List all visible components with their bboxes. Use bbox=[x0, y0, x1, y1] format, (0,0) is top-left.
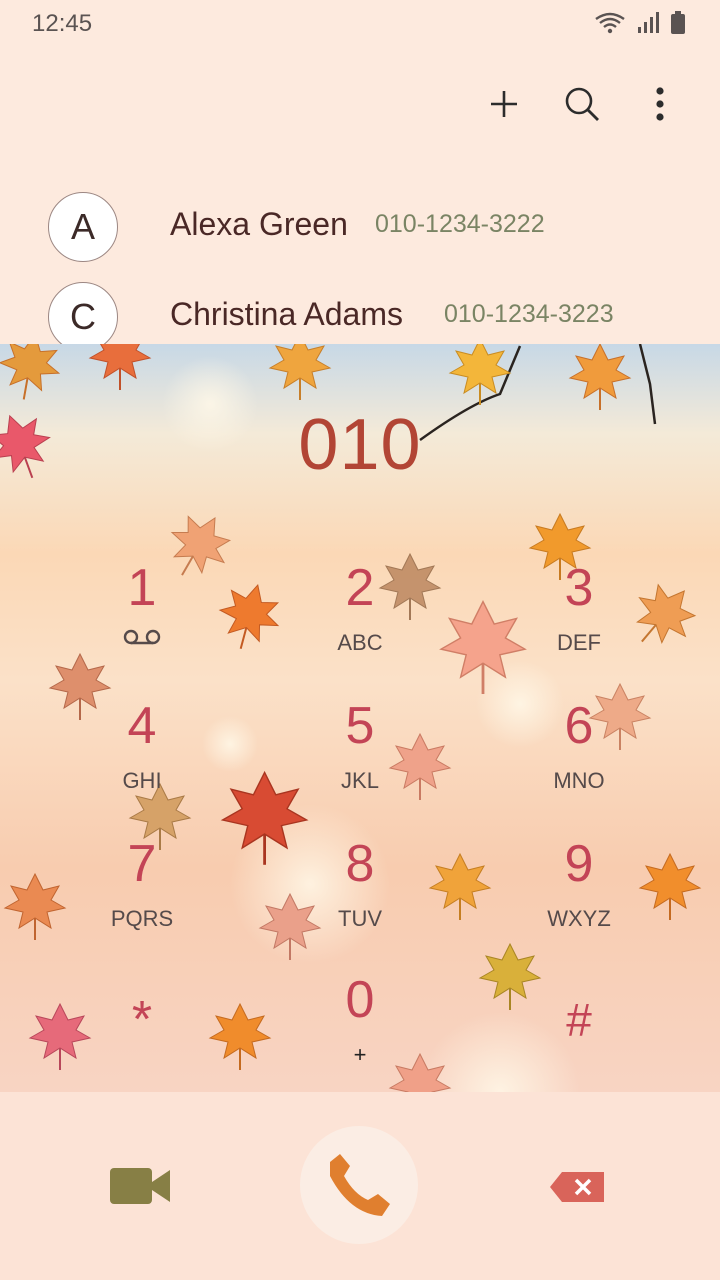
avatar: A bbox=[48, 192, 118, 262]
key-digit: 1 bbox=[127, 559, 157, 617]
contact-number: 010-1234-3222 bbox=[375, 210, 545, 238]
key-8[interactable]: 8 TUV bbox=[285, 834, 435, 954]
key-1[interactable]: 1 bbox=[67, 558, 217, 678]
key-7[interactable]: 7 PQRS bbox=[67, 834, 217, 954]
bottom-action-bar bbox=[0, 1092, 720, 1280]
key-letters: GHI bbox=[122, 768, 162, 793]
key-digit: 7 bbox=[127, 835, 157, 893]
key-3[interactable]: 3 DEF bbox=[504, 558, 654, 678]
key-letters: MNO bbox=[553, 768, 605, 793]
key-2[interactable]: 2 ABC bbox=[285, 558, 435, 678]
plus-icon bbox=[491, 91, 517, 117]
key-6[interactable]: 6 MNO bbox=[504, 696, 654, 816]
search-icon bbox=[565, 87, 599, 121]
key-digit: 5 bbox=[345, 697, 375, 755]
video-call-button[interactable] bbox=[108, 1164, 174, 1208]
status-time: 12:45 bbox=[32, 10, 93, 37]
delete-button[interactable] bbox=[548, 1170, 606, 1204]
key-digit: 9 bbox=[564, 835, 594, 893]
status-bar: 12:45 bbox=[0, 0, 720, 50]
signal-icon bbox=[638, 12, 659, 33]
key-9[interactable]: 9 WXYZ bbox=[504, 834, 654, 954]
avatar: C bbox=[48, 282, 118, 352]
dialpad: 010 1 2 ABC 3 DEF 4 GHI 5 JKL 6 MNO 7 PQ… bbox=[0, 344, 720, 1092]
contact-row[interactable]: A Alexa Green 010-1234-3222 bbox=[0, 188, 720, 268]
wifi-icon bbox=[595, 12, 625, 34]
voicemail-icon bbox=[123, 629, 161, 645]
key-digit: 4 bbox=[127, 697, 157, 755]
key-digit: 2 bbox=[345, 559, 375, 617]
key-digit: * bbox=[131, 991, 153, 1049]
key-letters: WXYZ bbox=[547, 906, 611, 931]
call-button[interactable] bbox=[300, 1126, 418, 1244]
key-5[interactable]: 5 JKL bbox=[285, 696, 435, 816]
dialed-number[interactable]: 010 bbox=[0, 404, 720, 486]
key-digit: 3 bbox=[564, 559, 594, 617]
key-letters: PQRS bbox=[110, 906, 174, 931]
more-options-button[interactable] bbox=[640, 84, 680, 124]
key-letters: TUV bbox=[338, 906, 382, 931]
contact-name: Christina Adams bbox=[170, 296, 403, 332]
search-button[interactable] bbox=[562, 84, 602, 124]
key-hash[interactable]: # bbox=[504, 990, 654, 1092]
status-icons bbox=[594, 11, 686, 35]
add-contact-button[interactable] bbox=[484, 84, 524, 124]
top-actions bbox=[484, 84, 680, 124]
key-letters: ABC bbox=[337, 630, 383, 655]
key-digit: 0 bbox=[345, 971, 375, 1029]
backspace-icon bbox=[550, 1172, 604, 1202]
key-digit: 6 bbox=[564, 697, 594, 755]
phone-icon bbox=[330, 1154, 390, 1216]
contact-number: 010-1234-3223 bbox=[444, 300, 614, 328]
key-0[interactable]: 0 + bbox=[285, 970, 435, 1090]
battery-icon bbox=[671, 11, 685, 34]
video-camera-icon bbox=[110, 1168, 170, 1204]
key-digit: 8 bbox=[345, 835, 375, 893]
key-letters: DEF bbox=[557, 630, 601, 655]
more-vert-icon bbox=[656, 87, 664, 121]
key-4[interactable]: 4 GHI bbox=[67, 696, 217, 816]
key-star[interactable]: * bbox=[67, 990, 217, 1092]
key-letters: JKL bbox=[341, 768, 379, 793]
key-letters: + bbox=[353, 1042, 367, 1067]
contact-name: Alexa Green bbox=[170, 206, 348, 242]
key-digit: # bbox=[566, 994, 592, 1046]
